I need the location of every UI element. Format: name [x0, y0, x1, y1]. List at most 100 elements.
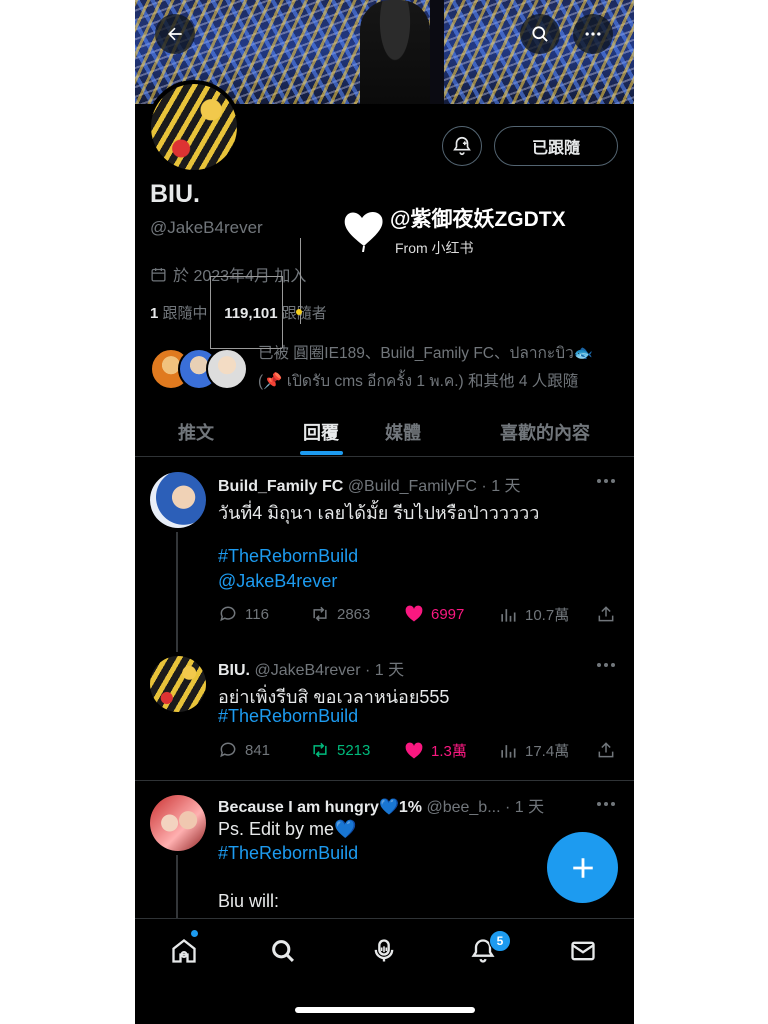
- watermark-line: [210, 348, 282, 349]
- tab-media[interactable]: 媒體: [367, 408, 439, 456]
- tweet-more-button[interactable]: [597, 662, 617, 668]
- views-count: 17.4萬: [525, 743, 570, 760]
- tweet-more-button[interactable]: [597, 478, 617, 484]
- search-icon: [272, 940, 294, 962]
- hashtag-link[interactable]: #TheRebornBuild: [218, 546, 358, 567]
- share-button[interactable]: [596, 604, 616, 624]
- retweet-count: 5213: [337, 741, 371, 759]
- retweet-icon: [313, 606, 327, 622]
- like-button[interactable]: 6997: [404, 604, 464, 624]
- tweet-text: Ps. Edit by me💙: [218, 819, 357, 839]
- hashtag-link[interactable]: #TheRebornBuild: [218, 843, 358, 864]
- profile-name: BIU.: [150, 180, 200, 208]
- followed-by-line1: 已被 圓圈IE189、Build_Family FC、ปลากะบิว🐟: [258, 345, 594, 362]
- nav-home[interactable]: [164, 931, 204, 971]
- views-icon: [501, 744, 516, 758]
- like-count: 6997: [431, 605, 465, 623]
- join-date-text: 於 2023年4月 加入: [173, 268, 307, 285]
- plus-icon: [572, 857, 593, 878]
- tweet-author[interactable]: BIU.: [218, 662, 250, 679]
- following-button[interactable]: 已跟隨: [494, 126, 618, 166]
- followed-by-line2: (📌 เปิดรับ cms อีกครั้ง 1 พ.ค.) 和其他 4 人跟…: [258, 373, 579, 390]
- back-button[interactable]: [155, 14, 195, 54]
- views-button[interactable]: 17.4萬: [498, 740, 569, 761]
- mention-link[interactable]: @JakeB4rever: [218, 571, 337, 592]
- tweet[interactable]: BIU. @JakeB4rever · 1 天 อย่าเพิ่งรีบสิ ข…: [135, 640, 634, 781]
- thread-line: [176, 855, 178, 925]
- reply-icon: [220, 606, 236, 622]
- tweet-avatar[interactable]: [150, 795, 206, 851]
- views-count: 10.7萬: [525, 607, 570, 624]
- followers-link[interactable]: 119,101 跟隨者: [224, 305, 327, 322]
- like-button[interactable]: 1.3萬: [404, 740, 467, 761]
- share-icon: [598, 742, 614, 758]
- nav-search[interactable]: [263, 931, 303, 971]
- tweet-meta: @Build_FamilyFC · 1 天: [347, 478, 521, 495]
- views-icon: [501, 608, 516, 622]
- reply-button[interactable]: 116: [218, 604, 269, 624]
- hashtag-link[interactable]: #TheRebornBuild: [218, 706, 358, 727]
- tweet-header: Because I am hungry💙1% @bee_b... · 1 天: [218, 793, 544, 817]
- tweet-more-button[interactable]: [597, 801, 617, 807]
- tab-replies[interactable]: 回覆: [275, 408, 367, 456]
- tweet-meta: @JakeB4rever · 1 天: [254, 662, 405, 679]
- nav-messages[interactable]: [563, 931, 603, 971]
- bottom-nav: [135, 918, 634, 1024]
- home-icon: [172, 939, 196, 963]
- reply-button[interactable]: 841: [218, 740, 270, 760]
- profile-handle: @JakeB4rever: [150, 218, 263, 237]
- retweet-active-icon: [313, 742, 327, 758]
- like-count: 1.3萬: [431, 743, 467, 760]
- views-button[interactable]: 10.7萬: [498, 604, 569, 625]
- following-link[interactable]: 1 跟隨中: [150, 305, 208, 322]
- heart-filled-icon: [405, 742, 423, 758]
- back-arrow-icon: [168, 27, 182, 41]
- home-indicator: [295, 1007, 475, 1013]
- compose-button[interactable]: [547, 832, 618, 903]
- nav-spaces[interactable]: [364, 931, 404, 971]
- heart-filled-icon: [405, 605, 423, 622]
- watermark-dot: [296, 309, 302, 315]
- tab-likes[interactable]: 喜歡的內容: [480, 408, 610, 456]
- more-dots-icon: [585, 32, 601, 36]
- spaces-mic-icon: [374, 939, 394, 962]
- tweet-author[interactable]: Build_Family FC: [218, 478, 343, 495]
- tweet-avatar[interactable]: [150, 656, 206, 712]
- followed-by-text: 已被 圓圈IE189、Build_Family FC、ปลากะบิว🐟 (📌 …: [258, 340, 628, 396]
- calendar-icon: [151, 267, 166, 282]
- notify-button[interactable]: [442, 126, 482, 166]
- thread-line: [176, 532, 178, 652]
- tab-posts[interactable]: 推文: [160, 408, 232, 456]
- tweet-text: วันที่4 มิถุนา เลยได้มั้ย รีบไปหรือป่าวว…: [218, 503, 540, 523]
- retweet-count: 2863: [337, 605, 371, 623]
- profile-avatar[interactable]: [147, 80, 241, 174]
- following-count: 1: [150, 305, 159, 322]
- reply-icon: [220, 742, 236, 758]
- tweet-meta: @bee_b... · 1 天: [426, 799, 545, 816]
- following-label: 跟隨中: [162, 305, 208, 322]
- profile-tabs: 推文 回覆 媒體 喜歡的內容: [135, 408, 634, 457]
- tweet-actions: 841 5213 1.3萬 17.4萬: [218, 740, 618, 762]
- tweet-avatar[interactable]: [150, 472, 206, 528]
- search-button[interactable]: [520, 14, 560, 54]
- bell-plus-icon: [453, 136, 471, 156]
- retweet-button[interactable]: 5213: [310, 740, 370, 760]
- profile-screen: 已跟隨 BIU. @JakeB4rever 於 2023年4月 加入 1 跟隨中…: [135, 0, 634, 1024]
- share-button[interactable]: [596, 740, 616, 760]
- share-icon: [598, 606, 614, 622]
- notification-badge: 5: [489, 930, 511, 952]
- watermark-line: [282, 276, 283, 348]
- watermark-line: [210, 276, 282, 277]
- tweet[interactable]: Build_Family FC @Build_FamilyFC · 1 天 วั…: [135, 458, 634, 652]
- retweet-button[interactable]: 2863: [310, 604, 370, 624]
- followers-count: 119,101: [224, 305, 278, 322]
- tweet-author[interactable]: Because I am hungry💙1%: [218, 799, 422, 816]
- reply-count: 116: [245, 605, 269, 623]
- more-button[interactable]: [573, 14, 613, 54]
- xiaohongshu-logo-icon: [344, 212, 383, 252]
- follower-avatar: [206, 348, 248, 390]
- unread-dot: [191, 930, 198, 937]
- followers-label: 跟隨者: [281, 305, 327, 322]
- watermark-title: @紫御夜妖ZGDTX: [390, 208, 566, 231]
- tweet-header: BIU. @JakeB4rever · 1 天: [218, 656, 404, 680]
